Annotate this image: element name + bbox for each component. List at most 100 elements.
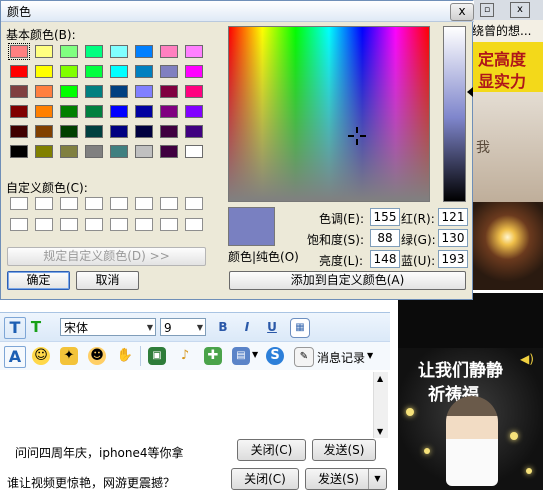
basic-color-swatch[interactable] xyxy=(35,85,53,98)
basic-color-swatch[interactable] xyxy=(160,85,178,98)
basic-color-swatch[interactable] xyxy=(110,85,128,98)
basic-color-swatch[interactable] xyxy=(60,145,78,158)
close-icon[interactable]: x xyxy=(510,2,530,18)
basic-color-swatch[interactable] xyxy=(185,105,203,118)
green-input[interactable]: 130 xyxy=(438,229,468,247)
thumbs-up-icon[interactable]: ✋ xyxy=(116,347,134,365)
smiley-icon[interactable]: ☺ xyxy=(32,347,50,365)
chat-message[interactable]: 问问四周年庆，iphone4等你拿 xyxy=(15,444,184,461)
history-button[interactable]: 消息记录 xyxy=(317,349,365,366)
basic-color-swatch[interactable] xyxy=(160,45,178,58)
hue-input[interactable]: 155 xyxy=(370,208,400,226)
luminance-input[interactable]: 148 xyxy=(370,250,400,268)
basic-color-swatch[interactable] xyxy=(135,65,153,78)
basic-color-swatch[interactable] xyxy=(160,145,178,158)
basic-color-swatch[interactable] xyxy=(135,125,153,138)
close-button-2[interactable]: 关闭(C) xyxy=(231,468,299,490)
minimize-icon[interactable]: ▫ xyxy=(480,3,494,17)
basic-color-swatch[interactable] xyxy=(160,125,178,138)
basic-color-swatch[interactable] xyxy=(60,85,78,98)
add-custom-color-button[interactable]: 添加到自定义颜色(A) xyxy=(229,271,466,290)
red-input[interactable]: 121 xyxy=(438,208,468,226)
chevron-down-icon[interactable]: ▼ xyxy=(252,350,258,359)
ad-link[interactable]: 谁让视频更惊艳，网游更震撼？ xyxy=(7,474,175,491)
crosshair-icon[interactable] xyxy=(348,127,366,145)
font-size-select[interactable]: 9 ▼ xyxy=(160,318,206,336)
basic-color-swatch[interactable] xyxy=(185,125,203,138)
saturation-input[interactable]: 88 xyxy=(370,229,400,247)
color-spectrum[interactable] xyxy=(228,26,430,202)
close-button[interactable]: 关闭(C) xyxy=(237,439,306,461)
custom-color-swatch[interactable] xyxy=(10,218,28,231)
input-scrollbar[interactable]: ▲ ▼ xyxy=(373,372,388,438)
custom-color-swatch[interactable] xyxy=(185,218,203,231)
basic-color-swatch[interactable] xyxy=(85,125,103,138)
custom-color-swatch[interactable] xyxy=(185,197,203,210)
define-custom-button[interactable]: 规定自定义颜色(D) >> xyxy=(7,247,206,266)
custom-color-swatch[interactable] xyxy=(160,218,178,231)
history-icon[interactable]: ✎ xyxy=(294,347,314,367)
basic-color-swatch[interactable] xyxy=(10,85,28,98)
scroll-down-icon[interactable]: ▼ xyxy=(377,427,383,436)
chevron-down-icon[interactable]: ▼ xyxy=(368,469,386,489)
basic-color-swatch[interactable] xyxy=(135,45,153,58)
basic-color-swatch[interactable] xyxy=(110,145,128,158)
custom-color-swatch[interactable] xyxy=(110,197,128,210)
basic-color-swatch[interactable] xyxy=(35,105,53,118)
basic-color-swatch[interactable] xyxy=(135,145,153,158)
grid-icon[interactable]: ▦ xyxy=(290,318,310,338)
basic-color-swatch[interactable] xyxy=(185,45,203,58)
basic-color-swatch[interactable] xyxy=(110,125,128,138)
custom-color-swatch[interactable] xyxy=(135,197,153,210)
basic-color-swatch[interactable] xyxy=(35,125,53,138)
text-color-icon[interactable]: T xyxy=(26,317,46,337)
basic-color-swatch[interactable] xyxy=(35,65,53,78)
basic-color-swatch[interactable] xyxy=(185,145,203,158)
custom-color-swatch[interactable] xyxy=(135,218,153,231)
basic-color-swatch[interactable] xyxy=(35,45,53,58)
font-family-select[interactable]: 宋体 ▼ xyxy=(60,318,156,336)
slider-arrow-icon[interactable] xyxy=(467,87,473,97)
basic-color-swatch[interactable] xyxy=(8,43,30,60)
custom-color-swatch[interactable] xyxy=(110,218,128,231)
chevron-down-icon[interactable]: ▼ xyxy=(367,351,373,360)
luminance-slider[interactable] xyxy=(443,26,466,202)
custom-color-swatch[interactable] xyxy=(160,197,178,210)
speaker-icon[interactable]: ◀) xyxy=(520,352,534,366)
basic-color-swatch[interactable] xyxy=(60,105,78,118)
text-format-icon[interactable]: T xyxy=(4,317,26,339)
basic-color-swatch[interactable] xyxy=(160,65,178,78)
basic-color-swatch[interactable] xyxy=(85,105,103,118)
s-icon[interactable]: S xyxy=(266,347,284,365)
gift-icon[interactable]: ✚ xyxy=(204,347,222,365)
font-icon[interactable]: A xyxy=(4,346,26,368)
custom-color-swatch[interactable] xyxy=(10,197,28,210)
basic-color-swatch[interactable] xyxy=(185,85,203,98)
basic-color-swatch[interactable] xyxy=(85,145,103,158)
bold-button[interactable]: B xyxy=(213,317,233,337)
screenshot-icon[interactable]: ▤ xyxy=(232,347,250,365)
basic-color-swatch[interactable] xyxy=(35,145,53,158)
send-button[interactable]: 发送(S) xyxy=(312,439,376,461)
basic-color-swatch[interactable] xyxy=(85,45,103,58)
custom-color-swatch[interactable] xyxy=(35,218,53,231)
banner-ad[interactable]: ▫ x 绕曾的想... 定高度 显实力 我 xyxy=(472,0,543,290)
basic-color-swatch[interactable] xyxy=(110,65,128,78)
magic-emoticon-icon[interactable]: ✦ xyxy=(60,347,78,365)
basic-color-swatch[interactable] xyxy=(60,45,78,58)
basic-color-swatch[interactable] xyxy=(60,65,78,78)
image-icon[interactable]: ▣ xyxy=(148,347,166,365)
custom-color-swatch[interactable] xyxy=(85,218,103,231)
close-icon[interactable]: x xyxy=(450,3,474,21)
basic-color-swatch[interactable] xyxy=(110,45,128,58)
italic-button[interactable]: I xyxy=(237,317,257,337)
basic-color-swatch[interactable] xyxy=(135,85,153,98)
custom-color-swatch[interactable] xyxy=(35,197,53,210)
basic-color-swatch[interactable] xyxy=(160,105,178,118)
basic-color-swatch[interactable] xyxy=(135,105,153,118)
scroll-up-icon[interactable]: ▲ xyxy=(377,374,383,383)
basic-color-swatch[interactable] xyxy=(10,105,28,118)
basic-color-swatch[interactable] xyxy=(10,125,28,138)
send-button-2[interactable]: 发送(S) ▼ xyxy=(305,468,387,490)
basic-color-swatch[interactable] xyxy=(85,65,103,78)
